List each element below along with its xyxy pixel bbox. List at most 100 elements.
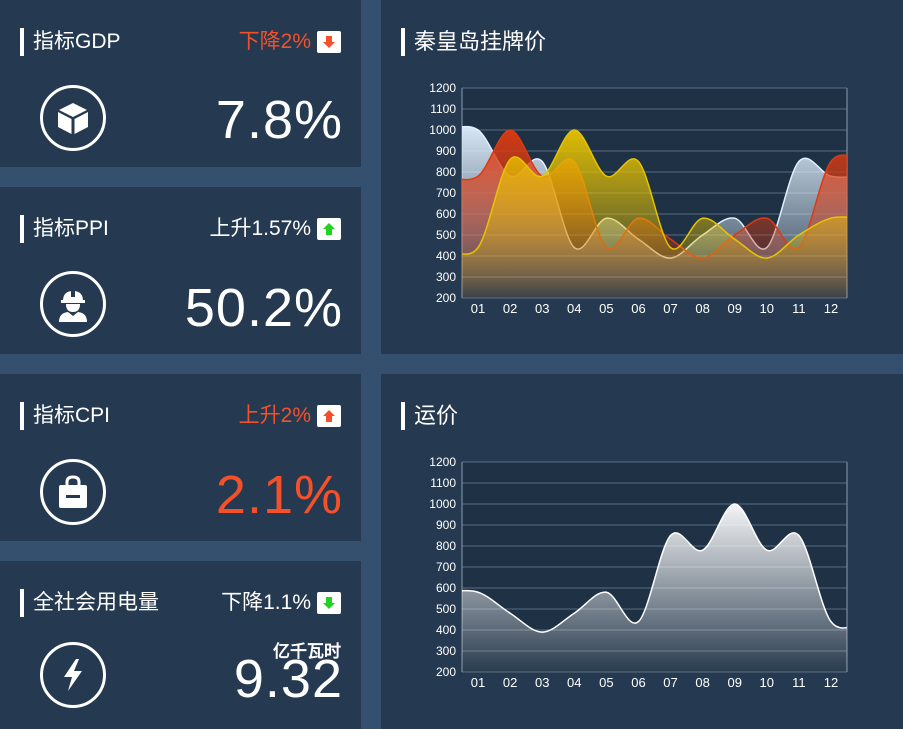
x-tick-label: 12 xyxy=(824,675,838,690)
y-tick-label: 600 xyxy=(436,207,456,221)
kpi-trend-label: 上升2% xyxy=(238,404,311,427)
kpi-value: 50.2% xyxy=(184,278,343,338)
y-tick-label: 1200 xyxy=(429,455,456,469)
listing-price-chart: 200 300 400 500 600 700 800 900 1000 1100 1200 01 02… xyxy=(429,81,848,316)
y-tick-label: 900 xyxy=(436,518,456,532)
kpi-trend-label: 下降1.1% xyxy=(221,591,311,614)
y-tick-label: 700 xyxy=(436,186,456,200)
x-tick-label: 05 xyxy=(599,301,613,316)
x-tick-label: 11 xyxy=(792,301,806,316)
x-tick-label: 07 xyxy=(663,675,677,690)
data-point xyxy=(509,612,511,614)
data-point xyxy=(798,160,800,163)
data-point xyxy=(733,238,736,240)
x-tick-label: 04 xyxy=(567,675,581,690)
x-tick-label: 07 xyxy=(663,301,677,316)
data-point xyxy=(798,234,800,236)
x-tick-label: 04 xyxy=(567,301,581,316)
data-point xyxy=(798,534,800,537)
y-tick-label: 900 xyxy=(436,144,456,158)
kpi-trend-label: 下降2% xyxy=(238,30,311,53)
data-point xyxy=(605,175,608,177)
x-tick-label: 08 xyxy=(695,301,709,316)
y-tick-label: 1100 xyxy=(430,102,456,116)
data-point xyxy=(765,257,768,259)
x-tick-label: 06 xyxy=(631,675,645,690)
data-point xyxy=(509,129,511,131)
kpi-card-gdp: 指标GDP 下降2% 7.8% xyxy=(0,0,361,167)
kpi-title: 指标CPI xyxy=(20,402,110,430)
kpi-title: 指标GDP xyxy=(20,28,121,56)
data-point xyxy=(733,503,736,505)
x-tick-label: 08 xyxy=(695,675,709,690)
y-tick-label: 200 xyxy=(436,291,456,305)
data-point xyxy=(765,217,768,219)
arrow-down-icon xyxy=(317,31,341,53)
y-tick-label: 800 xyxy=(436,165,456,179)
data-point xyxy=(573,612,576,614)
x-tick-label: 01 xyxy=(471,301,485,316)
y-tick-label: 400 xyxy=(436,623,456,637)
x-tick-label: 03 xyxy=(535,301,549,316)
x-tick-label: 02 xyxy=(503,675,517,690)
data-point xyxy=(541,631,544,633)
data-point xyxy=(669,238,672,240)
kpi-value: 2.1% xyxy=(215,465,343,525)
data-point xyxy=(541,160,544,163)
y-tick-label: 600 xyxy=(436,581,456,595)
arrow-down-icon xyxy=(317,592,341,614)
x-tick-label: 11 xyxy=(792,675,806,690)
kpi-trend: 上升1.57% xyxy=(209,215,341,243)
chart-panel-listing-price: 秦皇岛挂牌价 200 300 400 500 600 700 800 900 1000 1100 1… xyxy=(381,0,903,354)
data-point xyxy=(477,129,479,131)
kpi-value: 7.8% xyxy=(215,90,343,150)
kpi-card-electricity: 全社会用电量 下降1.1% 亿千瓦时 9.32 xyxy=(0,561,361,729)
kpi-card-ppi: 指标PPI 上升1.57% 50.2% xyxy=(0,187,361,354)
x-tick-label: 10 xyxy=(760,301,774,316)
data-point xyxy=(477,591,479,593)
data-point xyxy=(830,217,832,219)
y-tick-label: 200 xyxy=(436,665,456,679)
data-point xyxy=(701,217,704,219)
data-point xyxy=(701,549,704,551)
x-tick-label: 02 xyxy=(503,301,517,316)
arrow-up-icon xyxy=(317,405,341,427)
data-point xyxy=(605,591,608,593)
kpi-trend: 上升2% xyxy=(239,402,341,430)
cube-icon xyxy=(40,85,106,151)
data-point xyxy=(830,620,832,623)
data-point xyxy=(669,246,672,249)
shopping-bag-icon xyxy=(40,459,106,525)
x-tick-label: 09 xyxy=(727,301,741,316)
x-tick-label: 09 xyxy=(727,675,741,690)
kpi-value: 9.32 xyxy=(233,649,343,709)
data-point xyxy=(669,534,672,537)
x-tick-label: 01 xyxy=(471,675,485,690)
x-tick-label: 03 xyxy=(535,675,549,690)
x-tick-label: 05 xyxy=(599,675,613,690)
data-point xyxy=(733,217,736,219)
data-point xyxy=(509,158,511,161)
kpi-title: 指标PPI xyxy=(20,215,109,243)
y-tick-label: 500 xyxy=(436,228,456,242)
y-tick-label: 1000 xyxy=(429,123,456,137)
chart-panel-freight: 运价 200 300 400 500 600 700 800 900 1000 1100 1200 0… xyxy=(381,374,903,729)
freight-chart: 200 300 400 500 600 700 800 900 1000 1100 1200 01 02… xyxy=(429,455,848,690)
y-tick-label: 300 xyxy=(436,270,456,284)
y-tick-label: 500 xyxy=(436,602,456,616)
y-tick-label: 700 xyxy=(436,560,456,574)
x-tick-label: 10 xyxy=(760,675,774,690)
x-tick-label: 12 xyxy=(824,301,838,316)
kpi-trend: 下降1.1% xyxy=(221,589,341,617)
data-point xyxy=(733,234,736,236)
data-point xyxy=(637,620,640,623)
data-point xyxy=(765,549,768,551)
y-tick-label: 1000 xyxy=(429,497,456,511)
y-tick-label: 400 xyxy=(436,249,456,263)
lightning-icon xyxy=(40,642,106,708)
data-point xyxy=(573,129,576,131)
y-tick-label: 800 xyxy=(436,539,456,553)
x-tick-label: 06 xyxy=(631,301,645,316)
data-point xyxy=(541,175,544,177)
y-tick-label: 1100 xyxy=(430,476,456,490)
